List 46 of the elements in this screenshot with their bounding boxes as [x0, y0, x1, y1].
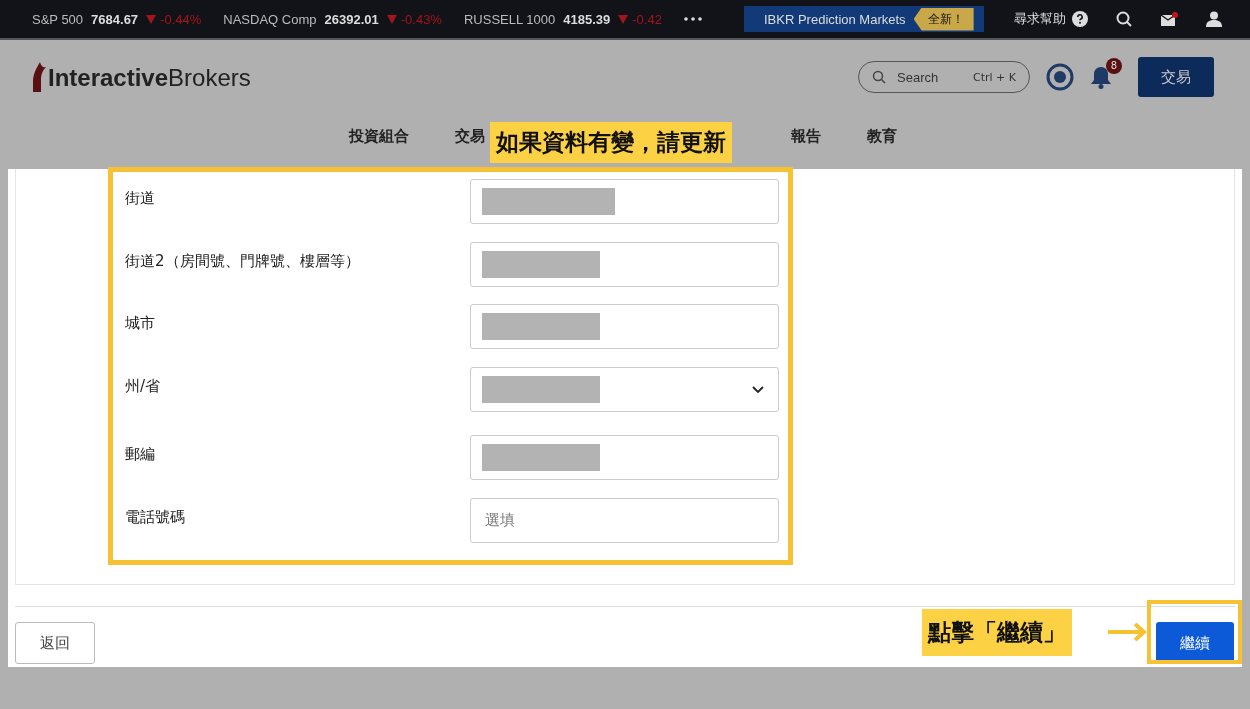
bell-icon[interactable]: [1090, 65, 1112, 89]
more-icon[interactable]: [683, 17, 702, 21]
input-field[interactable]: [470, 241, 779, 287]
nav-item[interactable]: 教育: [867, 126, 897, 146]
notification-badge: 8: [1106, 58, 1122, 74]
nav-item[interactable]: 交易: [455, 126, 485, 146]
promo-banner[interactable]: IBKR Prediction Markets 全新！: [744, 6, 984, 32]
ring-icon[interactable]: [1046, 63, 1074, 91]
input-field[interactable]: [470, 179, 779, 224]
field-label: 街道2（房間號、門牌號、樓層等）: [124, 250, 361, 272]
promo-label: IBKR Prediction Markets: [764, 11, 906, 27]
input-field[interactable]: [470, 304, 779, 349]
index-change: -0.44%: [160, 11, 202, 27]
help-icon[interactable]: [1072, 11, 1088, 27]
index-value: 26392.01: [324, 11, 379, 27]
company-logo[interactable]: InteractiveBrokers: [48, 64, 251, 92]
field-label: 城市: [124, 313, 156, 334]
index-value: 4185.39: [563, 11, 611, 27]
input-field[interactable]: 選填: [470, 497, 779, 543]
search-icon: [872, 70, 886, 84]
arrow-icon: [1108, 622, 1148, 642]
index-change: -0.42: [632, 11, 662, 27]
chevron-down-icon: [752, 385, 764, 394]
back-button[interactable]: 返回: [15, 622, 95, 664]
index-value: 7684.67: [91, 11, 139, 27]
flame-logo-icon: [32, 62, 46, 92]
select-field[interactable]: [470, 366, 779, 412]
trade-button[interactable]: 交易: [1138, 57, 1214, 97]
nav-item[interactable]: 投資組合: [349, 126, 409, 146]
user-icon[interactable]: [1206, 11, 1222, 27]
shortcut-hint: Ctrl + K: [973, 71, 1016, 84]
help-link[interactable]: 尋求幫助: [1014, 10, 1066, 28]
new-badge: 全新！: [913, 7, 974, 31]
index-name: NASDAQ Comp: [223, 11, 317, 27]
index-name: S&P 500: [32, 11, 84, 27]
field-label: 電話號碼: [124, 506, 186, 528]
index-change: -0.43%: [400, 11, 442, 27]
nav-item[interactable]: 報告: [791, 126, 821, 146]
field-label: 街道: [124, 188, 156, 209]
annotation-callout: 點擊「繼續」: [922, 609, 1072, 656]
field-label: 州/省: [124, 375, 162, 397]
index-name: RUSSELL 1000: [463, 11, 556, 27]
input-field[interactable]: [470, 435, 779, 480]
field-label: 郵編: [124, 444, 156, 465]
annotation-callout: 如果資料有變，請更新: [490, 122, 732, 163]
mail-icon[interactable]: [1160, 11, 1178, 27]
